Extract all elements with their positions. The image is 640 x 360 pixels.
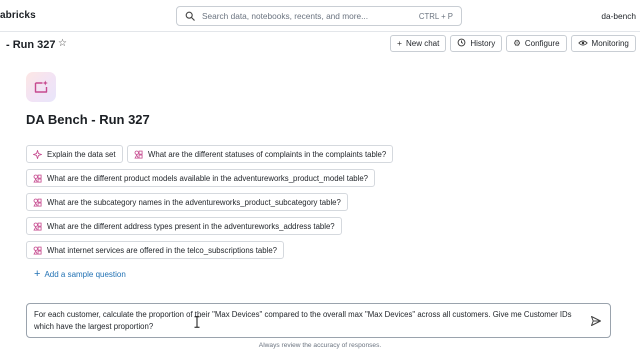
history-icon — [457, 38, 466, 49]
accuracy-disclaimer: Always review the accuracy of responses. — [258, 342, 382, 349]
chat-sparkle-icon — [34, 80, 48, 93]
suggestion-explain-dataset[interactable]: Explain the data set — [26, 145, 123, 163]
page-header: - Run 327 ☆ + New chat History ⚙ Configu… — [0, 32, 640, 56]
chat-input[interactable]: For each customer, calculate the proport… — [26, 303, 611, 338]
new-chat-label: New chat — [405, 39, 440, 48]
suggestion-question[interactable]: What internet services are offered in th… — [26, 241, 284, 259]
suggestion-label: What are the different product models av… — [47, 173, 369, 183]
top-bar: abricks Search data, notebooks, recents,… — [0, 0, 640, 32]
monitoring-button[interactable]: Monitoring — [570, 35, 636, 52]
suggestion-label: What are the subcategory names in the ad… — [47, 197, 341, 207]
page-title: - Run 327 — [6, 39, 56, 51]
suggestion-question[interactable]: What are the different address types pre… — [26, 217, 342, 235]
shapes-icon — [33, 246, 42, 255]
suggestion-question[interactable]: What are the subcategory names in the ad… — [26, 193, 348, 211]
monitoring-label: Monitoring — [591, 39, 629, 48]
suggestion-label: Explain the data set — [47, 149, 116, 159]
search-shortcut: CTRL + P — [418, 11, 453, 21]
global-search[interactable]: Search data, notebooks, recents, and mor… — [176, 6, 462, 26]
header-actions: + New chat History ⚙ Configure Monitorin… — [390, 35, 640, 52]
eye-icon — [577, 39, 588, 49]
add-sample-label: Add a sample question — [44, 270, 126, 279]
shapes-icon — [33, 174, 42, 183]
configure-button[interactable]: ⚙ Configure — [506, 35, 567, 52]
suggestion-label: What internet services are offered in th… — [47, 245, 277, 255]
shapes-icon — [33, 198, 42, 207]
suggestion-question[interactable]: What are the different product models av… — [26, 169, 376, 187]
gear-icon: ⚙ — [513, 38, 521, 49]
star-icon[interactable]: ☆ — [58, 38, 67, 49]
add-sample-question-link[interactable]: + Add a sample question — [34, 269, 126, 280]
chat-input-text[interactable]: For each customer, calculate the proport… — [34, 309, 582, 333]
new-chat-button[interactable]: + New chat — [390, 35, 447, 52]
plus-icon: + — [397, 38, 402, 49]
shapes-icon — [33, 222, 42, 231]
configure-label: Configure — [524, 39, 560, 48]
genie-space-logo — [26, 72, 56, 102]
space-title: DA Bench - Run 327 — [26, 112, 150, 127]
search-icon — [185, 11, 195, 21]
suggestion-question[interactable]: What are the different statuses of compl… — [127, 145, 394, 163]
search-placeholder: Search data, notebooks, recents, and mor… — [202, 11, 369, 21]
suggestion-label: What are the different address types pre… — [47, 221, 335, 231]
sparkle-icon — [33, 149, 42, 159]
suggestion-label: What are the different statuses of compl… — [148, 149, 387, 159]
send-icon[interactable] — [590, 315, 602, 327]
history-label: History — [470, 39, 496, 48]
history-button[interactable]: History — [450, 35, 503, 52]
shapes-icon — [134, 150, 143, 159]
brand-logo-text[interactable]: abricks — [0, 10, 36, 21]
text-cursor-icon — [194, 316, 200, 328]
plus-icon: + — [34, 268, 41, 280]
workspace-name[interactable]: da-bench — [601, 11, 636, 21]
